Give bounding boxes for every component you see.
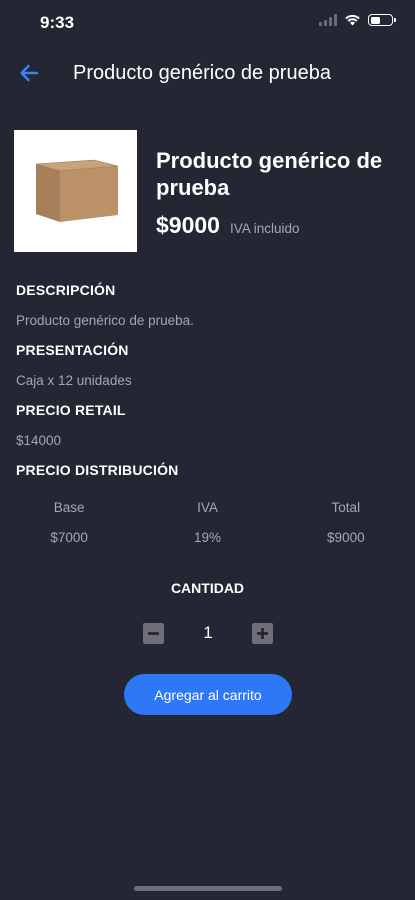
cardboard-box-icon (35, 159, 118, 222)
quantity-value: 1 (203, 623, 213, 642)
status-bar: 9:33 (0, 0, 415, 46)
header-total: Total (331, 499, 361, 515)
status-icons (319, 14, 396, 26)
presentation-title: PRESENTACIÓN (16, 342, 129, 358)
retail-price-text: $14000 (16, 433, 62, 448)
page-title: Producto genérico de prueba (73, 62, 331, 84)
minus-icon (148, 631, 159, 635)
status-time: 9:33 (40, 13, 75, 32)
decrease-quantity-button[interactable] (143, 622, 164, 644)
quantity-title: CANTIDAD (170, 580, 245, 596)
table-row: $7000 19% $9000 (0, 522, 415, 552)
product-price: $9000 (156, 212, 220, 238)
cellular-signal-icon (319, 14, 337, 26)
arrow-left-icon (20, 64, 39, 82)
header-iva: IVA (197, 499, 218, 515)
presentation-text: Caja x 12 unidades (16, 373, 132, 388)
value-iva: 19% (193, 529, 221, 545)
header-base: Base (53, 499, 85, 515)
battery-icon (368, 14, 396, 26)
price-row: $9000 IVA incluido (156, 212, 300, 239)
product-detail-screen: 9:33 Producto genérico de prueba Product… (0, 0, 415, 900)
increase-quantity-button[interactable] (252, 622, 273, 644)
plus-icon (257, 627, 268, 639)
description-title: DESCRIPCIÓN (16, 282, 116, 298)
retail-price-title: PRECIO RETAIL (16, 402, 126, 418)
home-indicator[interactable] (134, 886, 282, 891)
product-image (14, 130, 137, 252)
product-name: Producto genérico de prueba (156, 148, 383, 200)
value-total: $9000 (327, 529, 365, 545)
back-button[interactable] (14, 59, 44, 87)
value-base: $7000 (50, 529, 88, 545)
add-to-cart-button[interactable]: Agregar al carrito (124, 674, 292, 715)
description-text: Producto genérico de prueba. (16, 313, 194, 328)
wifi-icon (345, 14, 360, 26)
table-header-row: Base IVA Total (0, 492, 415, 522)
price-tax-note: IVA incluido (229, 221, 300, 236)
distribution-price-table: Base IVA Total $7000 19% $9000 (0, 492, 415, 552)
distribution-price-title: PRECIO DISTRIBUCIÓN (16, 462, 179, 478)
navigation-bar: Producto genérico de prueba (0, 50, 415, 96)
quantity-stepper: 1 (143, 621, 273, 645)
